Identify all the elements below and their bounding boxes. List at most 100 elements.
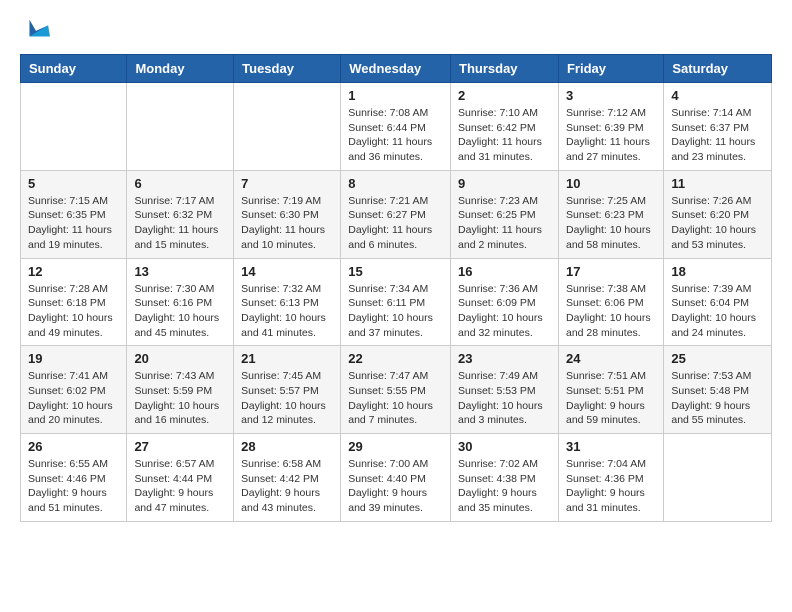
calendar-cell — [234, 83, 341, 171]
day-number: 3 — [566, 88, 656, 103]
logo — [20, 16, 50, 44]
calendar-cell: 3 Sunrise: 7:12 AM Sunset: 6:39 PM Daylig… — [558, 83, 663, 171]
day-info: Sunrise: 7:32 AM Sunset: 6:13 PM Dayligh… — [241, 282, 333, 341]
day-number: 17 — [566, 264, 656, 279]
day-info: Sunrise: 7:19 AM Sunset: 6:30 PM Dayligh… — [241, 194, 333, 253]
calendar-cell: 24Sunrise: 7:51 AM Sunset: 5:51 PM Dayli… — [558, 346, 663, 434]
day-number: 31 — [566, 439, 656, 454]
day-info: Sunrise: 6:58 AM Sunset: 4:42 PM Dayligh… — [241, 457, 333, 516]
header — [20, 16, 772, 44]
calendar-cell: 9Sunrise: 7:23 AM Sunset: 6:25 PM Daylig… — [451, 170, 559, 258]
day-info: Sunrise: 6:55 AM Sunset: 4:46 PM Dayligh… — [28, 457, 119, 516]
day-info: Sunrise: 7:21 AM Sunset: 6:27 PM Dayligh… — [348, 194, 443, 253]
calendar-header-saturday: Saturday — [664, 55, 772, 83]
day-info: Sunrise: 7:39 AM Sunset: 6:04 PM Dayligh… — [671, 282, 764, 341]
day-info: Sunrise: 7:08 AM Sunset: 6:44 PM Dayligh… — [348, 106, 443, 165]
logo-icon — [22, 16, 50, 44]
calendar-header-monday: Monday — [127, 55, 234, 83]
calendar-cell: 13 Sunrise: 7:30 AM Sunset: 6:16 PM Dayli… — [127, 258, 234, 346]
day-number: 25 — [671, 351, 764, 366]
day-number: 20 — [134, 351, 226, 366]
calendar-cell: 8 Sunrise: 7:21 AM Sunset: 6:27 PM Daylig… — [341, 170, 451, 258]
calendar-header-wednesday: Wednesday — [341, 55, 451, 83]
day-number: 1 — [348, 88, 443, 103]
day-info: Sunrise: 7:51 AM Sunset: 5:51 PM Dayligh… — [566, 369, 656, 428]
calendar-table: SundayMondayTuesdayWednesdayThursdayFrid… — [20, 54, 772, 522]
calendar-header-row: SundayMondayTuesdayWednesdayThursdayFrid… — [21, 55, 772, 83]
day-number: 15 — [348, 264, 443, 279]
day-info: Sunrise: 7:43 AM Sunset: 5:59 PM Dayligh… — [134, 369, 226, 428]
calendar-cell: 20 Sunrise: 7:43 AM Sunset: 5:59 PM Dayli… — [127, 346, 234, 434]
calendar-cell: 14 Sunrise: 7:32 AM Sunset: 6:13 PM Dayli… — [234, 258, 341, 346]
day-number: 28 — [241, 439, 333, 454]
day-info: Sunrise: 7:36 AM Sunset: 6:09 PM Dayligh… — [458, 282, 551, 341]
calendar-header-tuesday: Tuesday — [234, 55, 341, 83]
day-number: 16 — [458, 264, 551, 279]
calendar-cell: 23 Sunrise: 7:49 AM Sunset: 5:53 PM Dayli… — [451, 346, 559, 434]
calendar-header-sunday: Sunday — [21, 55, 127, 83]
day-number: 12 — [28, 264, 119, 279]
calendar-cell: 16 Sunrise: 7:36 AM Sunset: 6:09 PM Dayli… — [451, 258, 559, 346]
day-info: Sunrise: 7:10 AM Sunset: 6:42 PM Dayligh… — [458, 106, 551, 165]
calendar-cell: 21Sunrise: 7:45 AM Sunset: 5:57 PM Dayli… — [234, 346, 341, 434]
calendar-week-row-4: 19Sunrise: 7:41 AM Sunset: 6:02 PM Dayli… — [21, 346, 772, 434]
calendar-cell: 27Sunrise: 6:57 AM Sunset: 4:44 PM Dayli… — [127, 434, 234, 522]
day-info: Sunrise: 7:34 AM Sunset: 6:11 PM Dayligh… — [348, 282, 443, 341]
day-info: Sunrise: 7:12 AM Sunset: 6:39 PM Dayligh… — [566, 106, 656, 165]
calendar-cell: 28 Sunrise: 6:58 AM Sunset: 4:42 PM Dayli… — [234, 434, 341, 522]
day-number: 10 — [566, 176, 656, 191]
day-number: 29 — [348, 439, 443, 454]
day-info: Sunrise: 7:26 AM Sunset: 6:20 PM Dayligh… — [671, 194, 764, 253]
calendar-cell: 17 Sunrise: 7:38 AM Sunset: 6:06 PM Dayli… — [558, 258, 663, 346]
calendar-week-row-3: 12 Sunrise: 7:28 AM Sunset: 6:18 PM Dayli… — [21, 258, 772, 346]
day-info: Sunrise: 7:04 AM Sunset: 4:36 PM Dayligh… — [566, 457, 656, 516]
day-number: 11 — [671, 176, 764, 191]
calendar-week-row-2: 5 Sunrise: 7:15 AM Sunset: 6:35 PM Daylig… — [21, 170, 772, 258]
calendar-cell: 6 Sunrise: 7:17 AM Sunset: 6:32 PM Daylig… — [127, 170, 234, 258]
day-number: 14 — [241, 264, 333, 279]
calendar-cell: 29 Sunrise: 7:00 AM Sunset: 4:40 PM Dayli… — [341, 434, 451, 522]
calendar-cell: 1 Sunrise: 7:08 AM Sunset: 6:44 PM Daylig… — [341, 83, 451, 171]
calendar-cell: 10 Sunrise: 7:25 AM Sunset: 6:23 PM Dayli… — [558, 170, 663, 258]
calendar-week-row-1: 1 Sunrise: 7:08 AM Sunset: 6:44 PM Daylig… — [21, 83, 772, 171]
day-number: 27 — [134, 439, 226, 454]
calendar-cell: 25 Sunrise: 7:53 AM Sunset: 5:48 PM Dayli… — [664, 346, 772, 434]
day-number: 26 — [28, 439, 119, 454]
calendar-cell: 11 Sunrise: 7:26 AM Sunset: 6:20 PM Dayli… — [664, 170, 772, 258]
calendar-header-thursday: Thursday — [451, 55, 559, 83]
day-info: Sunrise: 7:15 AM Sunset: 6:35 PM Dayligh… — [28, 194, 119, 253]
day-number: 13 — [134, 264, 226, 279]
day-info: Sunrise: 7:28 AM Sunset: 6:18 PM Dayligh… — [28, 282, 119, 341]
day-number: 7 — [241, 176, 333, 191]
day-info: Sunrise: 7:41 AM Sunset: 6:02 PM Dayligh… — [28, 369, 119, 428]
calendar-cell — [127, 83, 234, 171]
calendar-cell: 31 Sunrise: 7:04 AM Sunset: 4:36 PM Dayli… — [558, 434, 663, 522]
day-number: 8 — [348, 176, 443, 191]
calendar-cell: 4Sunrise: 7:14 AM Sunset: 6:37 PM Daylig… — [664, 83, 772, 171]
calendar-cell: 19Sunrise: 7:41 AM Sunset: 6:02 PM Dayli… — [21, 346, 127, 434]
day-info: Sunrise: 7:53 AM Sunset: 5:48 PM Dayligh… — [671, 369, 764, 428]
day-number: 6 — [134, 176, 226, 191]
calendar-header-friday: Friday — [558, 55, 663, 83]
day-number: 4 — [671, 88, 764, 103]
day-info: Sunrise: 7:49 AM Sunset: 5:53 PM Dayligh… — [458, 369, 551, 428]
calendar-cell: 7 Sunrise: 7:19 AM Sunset: 6:30 PM Daylig… — [234, 170, 341, 258]
day-number: 5 — [28, 176, 119, 191]
day-info: Sunrise: 7:02 AM Sunset: 4:38 PM Dayligh… — [458, 457, 551, 516]
day-info: Sunrise: 7:38 AM Sunset: 6:06 PM Dayligh… — [566, 282, 656, 341]
day-info: Sunrise: 7:25 AM Sunset: 6:23 PM Dayligh… — [566, 194, 656, 253]
day-info: Sunrise: 7:00 AM Sunset: 4:40 PM Dayligh… — [348, 457, 443, 516]
calendar-week-row-5: 26 Sunrise: 6:55 AM Sunset: 4:46 PM Dayli… — [21, 434, 772, 522]
calendar-cell — [21, 83, 127, 171]
calendar-cell: 26 Sunrise: 6:55 AM Sunset: 4:46 PM Dayli… — [21, 434, 127, 522]
calendar-cell: 18 Sunrise: 7:39 AM Sunset: 6:04 PM Dayli… — [664, 258, 772, 346]
calendar-cell: 5 Sunrise: 7:15 AM Sunset: 6:35 PM Daylig… — [21, 170, 127, 258]
page: SundayMondayTuesdayWednesdayThursdayFrid… — [0, 0, 792, 612]
day-number: 23 — [458, 351, 551, 366]
calendar-cell: 12 Sunrise: 7:28 AM Sunset: 6:18 PM Dayli… — [21, 258, 127, 346]
day-info: Sunrise: 7:17 AM Sunset: 6:32 PM Dayligh… — [134, 194, 226, 253]
day-info: Sunrise: 7:23 AM Sunset: 6:25 PM Dayligh… — [458, 194, 551, 253]
day-number: 18 — [671, 264, 764, 279]
calendar-cell: 15 Sunrise: 7:34 AM Sunset: 6:11 PM Dayli… — [341, 258, 451, 346]
day-info: Sunrise: 7:30 AM Sunset: 6:16 PM Dayligh… — [134, 282, 226, 341]
